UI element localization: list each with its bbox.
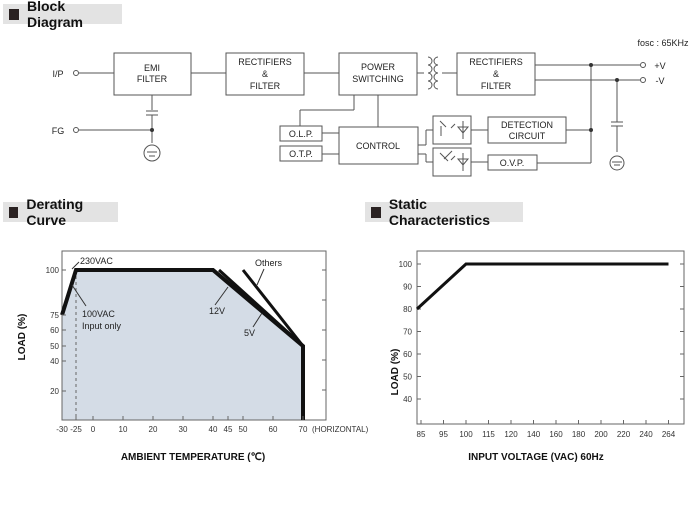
static-x-tick-label: 264 [662,430,676,439]
static-y-tick-label: 80 [403,305,412,314]
static-x-axis-label: INPUT VOLTAGE (VAC) 60Hz [468,452,604,463]
static-load-line [415,262,669,311]
annotation-5v: 5V [244,328,255,338]
static-x-tick-label: 140 [527,430,541,439]
static-x-tick-label: 85 [417,430,426,439]
static-y-axis-label: LOAD (%) [390,349,401,396]
annotation-230vac: 230VAC [80,256,113,266]
derating-x-tick-label: -30 [56,425,68,434]
derating-x-axis-label: AMBIENT TEMPERATURE (℃) [121,452,265,463]
static-x-tick-label: 180 [572,430,586,439]
derating-x-tick-label: 30 [179,425,188,434]
derating-x-suffix: (HORIZONTAL) [312,425,369,434]
static-x-tick-label: 95 [439,430,448,439]
static-plot-frame [416,250,685,425]
derating-y-tick-label: 75 [50,311,59,320]
static-y-tick-label: 50 [403,373,412,382]
derating-x-tick-label: 60 [269,425,278,434]
annotation-input-only: Input only [82,321,122,331]
derating-y-axis-label: LOAD (%) [17,314,28,361]
static-x-tick-label: 200 [594,430,608,439]
derating-x-tick-label: 70 [299,425,308,434]
static-x-tick-label: 115 [482,430,495,439]
static-x-tick-label: 220 [617,430,631,439]
derating-fill-area [62,270,303,420]
static-y-tick-label: 70 [403,328,412,337]
derating-x-tick-label: 45 [224,425,233,434]
annotation-230vac-leader [71,261,80,270]
derating-x-tick-label: 40 [209,425,218,434]
derating-y-tick-label: 50 [50,342,59,351]
derating-x-tick-label: 0 [91,425,96,434]
annotation-100vac: 100VAC [82,309,115,319]
static-x-tick-label: 100 [459,430,473,439]
static-y-tick-label: 40 [403,395,412,404]
derating-x-tick-label: 50 [239,425,248,434]
static-x-tick-label: 120 [504,430,518,439]
static-x-tick-label: 240 [639,430,653,439]
derating-x-tick-label: -25 [70,425,82,434]
derating-x-tick-label: 10 [119,425,128,434]
static-x-tick-label: 160 [549,430,563,439]
derating-y-tick-label: 20 [50,387,59,396]
derating-x-tick-label: 20 [149,425,158,434]
derating-y-tick-label: 40 [50,357,59,366]
annotation-others-leader [256,268,265,286]
static-y-tick-label: 90 [403,283,412,292]
static-y-tick-label: 60 [403,350,412,359]
static-y-tick-label: 100 [399,260,413,269]
derating-y-tick-label: 60 [50,326,59,335]
derating-chart: 20 40 50 60 75 100 -30 -25 0 10 20 30 40 45 50 60 70 (HOR… [17,250,685,463]
derating-y-tick-label: 100 [46,266,60,275]
annotation-12v: 12V [209,306,225,316]
annotation-others: Others [255,258,283,268]
